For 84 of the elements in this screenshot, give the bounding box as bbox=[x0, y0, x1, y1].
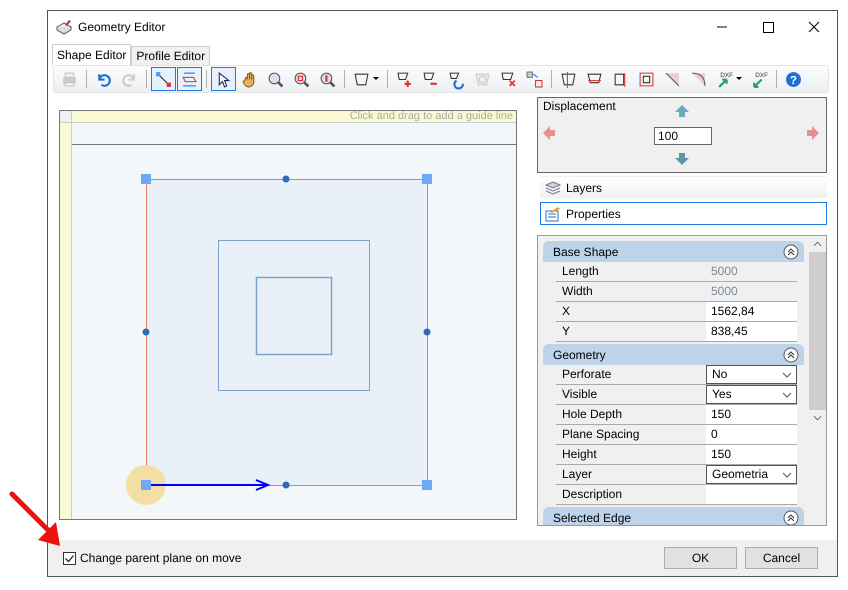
property-field[interactable]: 150 bbox=[706, 405, 797, 424]
scroll-up-icon[interactable] bbox=[813, 241, 822, 247]
section-header[interactable]: Base Shape bbox=[543, 241, 804, 262]
property-label: Description bbox=[561, 486, 624, 503]
property-value: 5000 bbox=[710, 263, 739, 280]
displacement-input[interactable]: 100 bbox=[654, 127, 712, 145]
hide-icon bbox=[474, 70, 491, 88]
collapse-icon[interactable] bbox=[783, 510, 799, 525]
property-dropdown[interactable]: Yes bbox=[706, 385, 797, 404]
caret-icon bbox=[373, 77, 379, 81]
inner-shape-icon bbox=[638, 70, 655, 88]
chamfer-icon bbox=[664, 70, 681, 88]
chevron-down-icon[interactable] bbox=[782, 472, 792, 478]
properties-icon bbox=[545, 206, 561, 222]
guide-line-hint: Click and drag to add a guide line bbox=[72, 111, 516, 122]
toolbar-button[interactable]: ? bbox=[781, 67, 806, 91]
midpoint-handle[interactable] bbox=[424, 328, 430, 336]
fillet-icon bbox=[690, 70, 707, 88]
section-header[interactable]: Geometry bbox=[543, 344, 804, 365]
property-field[interactable]: 150 bbox=[706, 445, 797, 464]
property-label: Visible bbox=[561, 386, 598, 403]
chevron-down-icon[interactable] bbox=[782, 372, 792, 378]
panel-tab[interactable]: Layers bbox=[540, 176, 827, 199]
zoom-window-icon bbox=[293, 70, 310, 88]
arrow-down-icon[interactable] bbox=[674, 152, 690, 166]
property-value: 5000 bbox=[710, 283, 739, 300]
dialog-button[interactable]: Cancel bbox=[745, 547, 818, 569]
property-field[interactable]: 1562,84 bbox=[706, 302, 797, 321]
property-label: Hole Depth bbox=[561, 406, 624, 423]
zoom-extent-icon bbox=[319, 70, 336, 88]
property-dropdown[interactable]: Geometria bbox=[706, 465, 797, 484]
layers-icon bbox=[545, 180, 561, 196]
ruler-corner bbox=[60, 111, 72, 122]
tab[interactable]: Profile Editor bbox=[131, 46, 210, 65]
property-label: Plane Spacing bbox=[561, 426, 640, 443]
print-icon bbox=[61, 70, 78, 88]
property-label: Length bbox=[561, 263, 600, 280]
corner-handle[interactable] bbox=[422, 174, 432, 184]
collapse-icon[interactable] bbox=[783, 244, 799, 260]
split-edge-icon bbox=[560, 70, 577, 88]
checkbox[interactable] bbox=[63, 552, 76, 564]
scroll-down-icon[interactable] bbox=[813, 415, 822, 421]
property-label: X bbox=[561, 303, 572, 320]
panel-tab[interactable]: Properties bbox=[540, 202, 827, 225]
property-label: Y bbox=[561, 323, 572, 340]
tab[interactable]: Shape Editor bbox=[52, 44, 132, 65]
snap-node-icon bbox=[155, 70, 172, 88]
caret-icon bbox=[736, 77, 742, 81]
add-node-icon bbox=[396, 70, 413, 88]
midpoint-handle[interactable] bbox=[282, 176, 290, 182]
box-icon bbox=[56, 18, 72, 34]
property-field[interactable]: 0 bbox=[706, 425, 797, 444]
chevron-down-icon[interactable] bbox=[782, 392, 792, 398]
move-icon bbox=[526, 70, 543, 88]
midpoint-handle[interactable] bbox=[282, 482, 290, 488]
collapse-icon[interactable] bbox=[783, 346, 799, 362]
section-title: Selected Edge bbox=[553, 510, 632, 524]
toolbar-button[interactable] bbox=[211, 67, 236, 91]
corner-handle[interactable] bbox=[422, 480, 432, 490]
property-label: Width bbox=[561, 283, 594, 300]
property-label: Perforate bbox=[561, 366, 612, 383]
shape-icon bbox=[353, 70, 370, 88]
help-icon: ? bbox=[785, 70, 802, 88]
corner-handle[interactable] bbox=[141, 480, 151, 490]
midpoint-handle[interactable] bbox=[142, 328, 150, 336]
section-title: Geometry bbox=[553, 348, 607, 362]
delete-node-icon bbox=[500, 70, 517, 88]
rotate-icon bbox=[448, 70, 465, 88]
zoom-icon bbox=[267, 70, 284, 88]
property-dropdown[interactable]: No bbox=[706, 365, 797, 384]
origin-marker bbox=[126, 465, 166, 505]
section-header[interactable]: Selected Edge bbox=[543, 507, 804, 525]
property-field[interactable] bbox=[706, 485, 797, 504]
dialog-button[interactable]: OK bbox=[664, 547, 737, 569]
section-title: Base Shape bbox=[553, 244, 620, 258]
window-title: Geometry Editor bbox=[78, 20, 166, 34]
panel-title: Displacement bbox=[543, 99, 616, 113]
property-field[interactable]: 838,45 bbox=[706, 322, 797, 341]
corner-handle[interactable] bbox=[141, 174, 151, 184]
snap-edge-icon bbox=[181, 70, 198, 88]
remove-node-icon bbox=[422, 70, 439, 88]
property-label: Layer bbox=[561, 466, 594, 483]
checkbox-option[interactable]: Change parent plane on move bbox=[63, 551, 242, 565]
property-label: Height bbox=[561, 446, 598, 463]
